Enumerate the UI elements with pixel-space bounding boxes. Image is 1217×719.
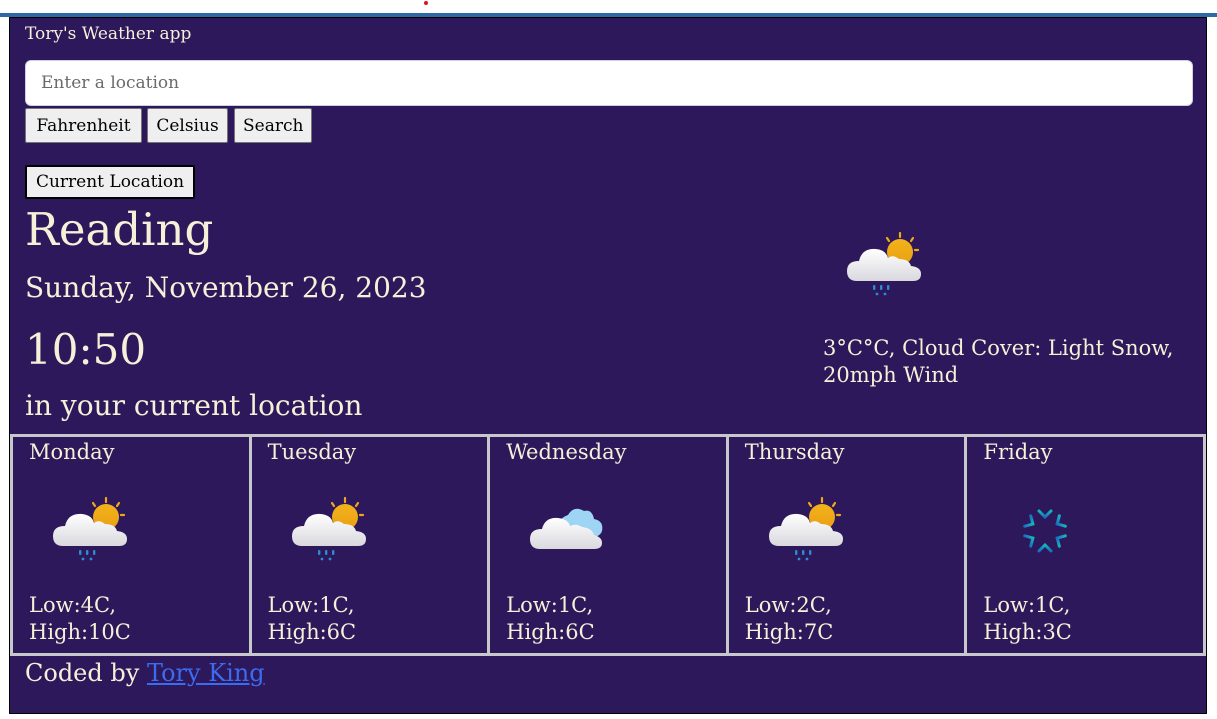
search-button[interactable]: Search xyxy=(234,108,312,143)
forecast-day: Friday xyxy=(983,440,1053,464)
current-location-button[interactable]: Current Location xyxy=(25,165,195,199)
weather-app: Tory's Weather app Fahrenheit Celsius Se… xyxy=(9,17,1207,714)
cursor-dot xyxy=(424,1,428,5)
forecast-row: Monday Low:4C, High:10C Tuesday Low:1C, … xyxy=(10,434,1206,656)
current-weather-description: 3°C°C, Cloud Cover: Light Snow, 20mph Wi… xyxy=(823,336,1174,387)
city-name: Reading xyxy=(25,203,214,256)
cloud-sun-rain-icon xyxy=(845,228,925,300)
celsius-button[interactable]: Celsius xyxy=(147,108,228,143)
current-date: Sunday, November 26, 2023 xyxy=(25,271,427,304)
forecast-day: Monday xyxy=(29,440,115,464)
forecast-low: Low:1C, xyxy=(983,593,1071,617)
snowflake-icon xyxy=(1005,493,1085,565)
forecast-card: Tuesday Low:1C, High:6C xyxy=(248,437,491,653)
forecast-high: High:6C xyxy=(506,620,595,644)
forecast-high: High:10C xyxy=(29,620,131,644)
current-time: 10:50 xyxy=(25,325,147,374)
footer: Coded by Tory King xyxy=(25,659,265,687)
location-search-input[interactable] xyxy=(25,60,1193,106)
forecast-card: Monday Low:4C, High:10C xyxy=(10,437,252,653)
forecast-card: Wednesday Low:1C, High:6C xyxy=(487,437,729,653)
forecast-day: Wednesday xyxy=(506,440,627,464)
forecast-card: Friday Low:1C, High:3C xyxy=(964,437,1206,653)
forecast-low: Low:1C, xyxy=(506,593,594,617)
forecast-high: High:6C xyxy=(267,620,357,644)
forecast-day: Tuesday xyxy=(267,440,357,464)
author-link[interactable]: Tory King xyxy=(147,659,265,687)
cloud-sun-rain-icon xyxy=(767,493,847,565)
app-title: Tory's Weather app xyxy=(25,24,192,44)
forecast-low: Low:2C, xyxy=(744,593,832,617)
forecast-high: High:7C xyxy=(744,620,834,644)
cloud-icon xyxy=(528,493,608,565)
forecast-low: Low:1C, xyxy=(267,593,355,617)
location-note: in your current location xyxy=(25,389,363,422)
fahrenheit-button[interactable]: Fahrenheit xyxy=(25,108,142,143)
footer-credit: Coded by xyxy=(25,659,140,687)
forecast-day: Thursday xyxy=(744,440,845,464)
forecast-card: Thursday Low:2C, High:7C xyxy=(725,437,968,653)
forecast-low: Low:4C, xyxy=(29,593,116,617)
cloud-sun-rain-icon xyxy=(51,493,131,565)
cloud-sun-rain-icon xyxy=(290,493,370,565)
forecast-high: High:3C xyxy=(983,620,1072,644)
